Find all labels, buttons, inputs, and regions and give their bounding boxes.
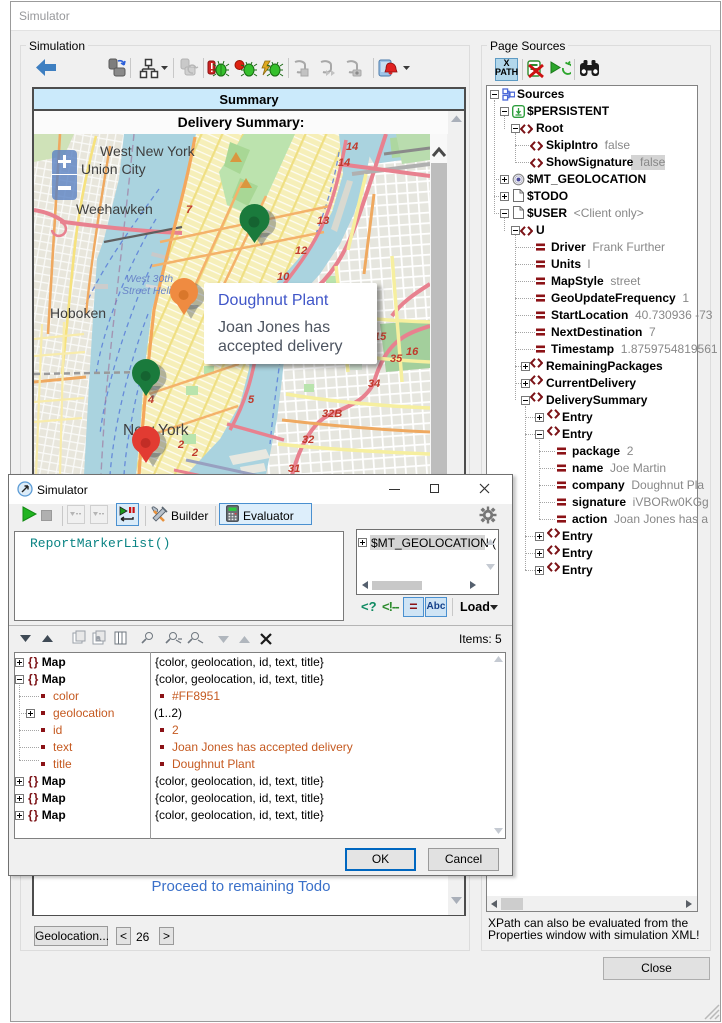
svg-text:35: 35 bbox=[390, 353, 403, 365]
svg-text:14: 14 bbox=[346, 141, 358, 153]
svg-text:2: 2 bbox=[191, 447, 198, 459]
svg-text:West New York: West New York bbox=[100, 143, 196, 159]
svg-text:32: 32 bbox=[302, 434, 314, 446]
svg-text:16: 16 bbox=[406, 346, 419, 358]
svg-text:12: 12 bbox=[295, 245, 307, 257]
svg-text:2: 2 bbox=[177, 439, 184, 451]
svg-text:West 30th: West 30th bbox=[126, 273, 173, 285]
svg-text:Hoboken: Hoboken bbox=[50, 305, 106, 321]
svg-text:10: 10 bbox=[277, 271, 290, 283]
svg-text:a: a bbox=[96, 634, 101, 643]
svg-text:Street Heli: Street Heli bbox=[122, 285, 172, 297]
svg-text:Weehawken: Weehawken bbox=[76, 201, 153, 217]
svg-text:7: 7 bbox=[186, 204, 193, 216]
svg-text:32B: 32B bbox=[322, 408, 342, 420]
svg-text:34: 34 bbox=[368, 378, 380, 390]
svg-text:13: 13 bbox=[317, 215, 329, 227]
svg-text:5: 5 bbox=[248, 394, 255, 406]
svg-text:Union City: Union City bbox=[81, 161, 146, 177]
svg-text:14: 14 bbox=[338, 157, 350, 169]
